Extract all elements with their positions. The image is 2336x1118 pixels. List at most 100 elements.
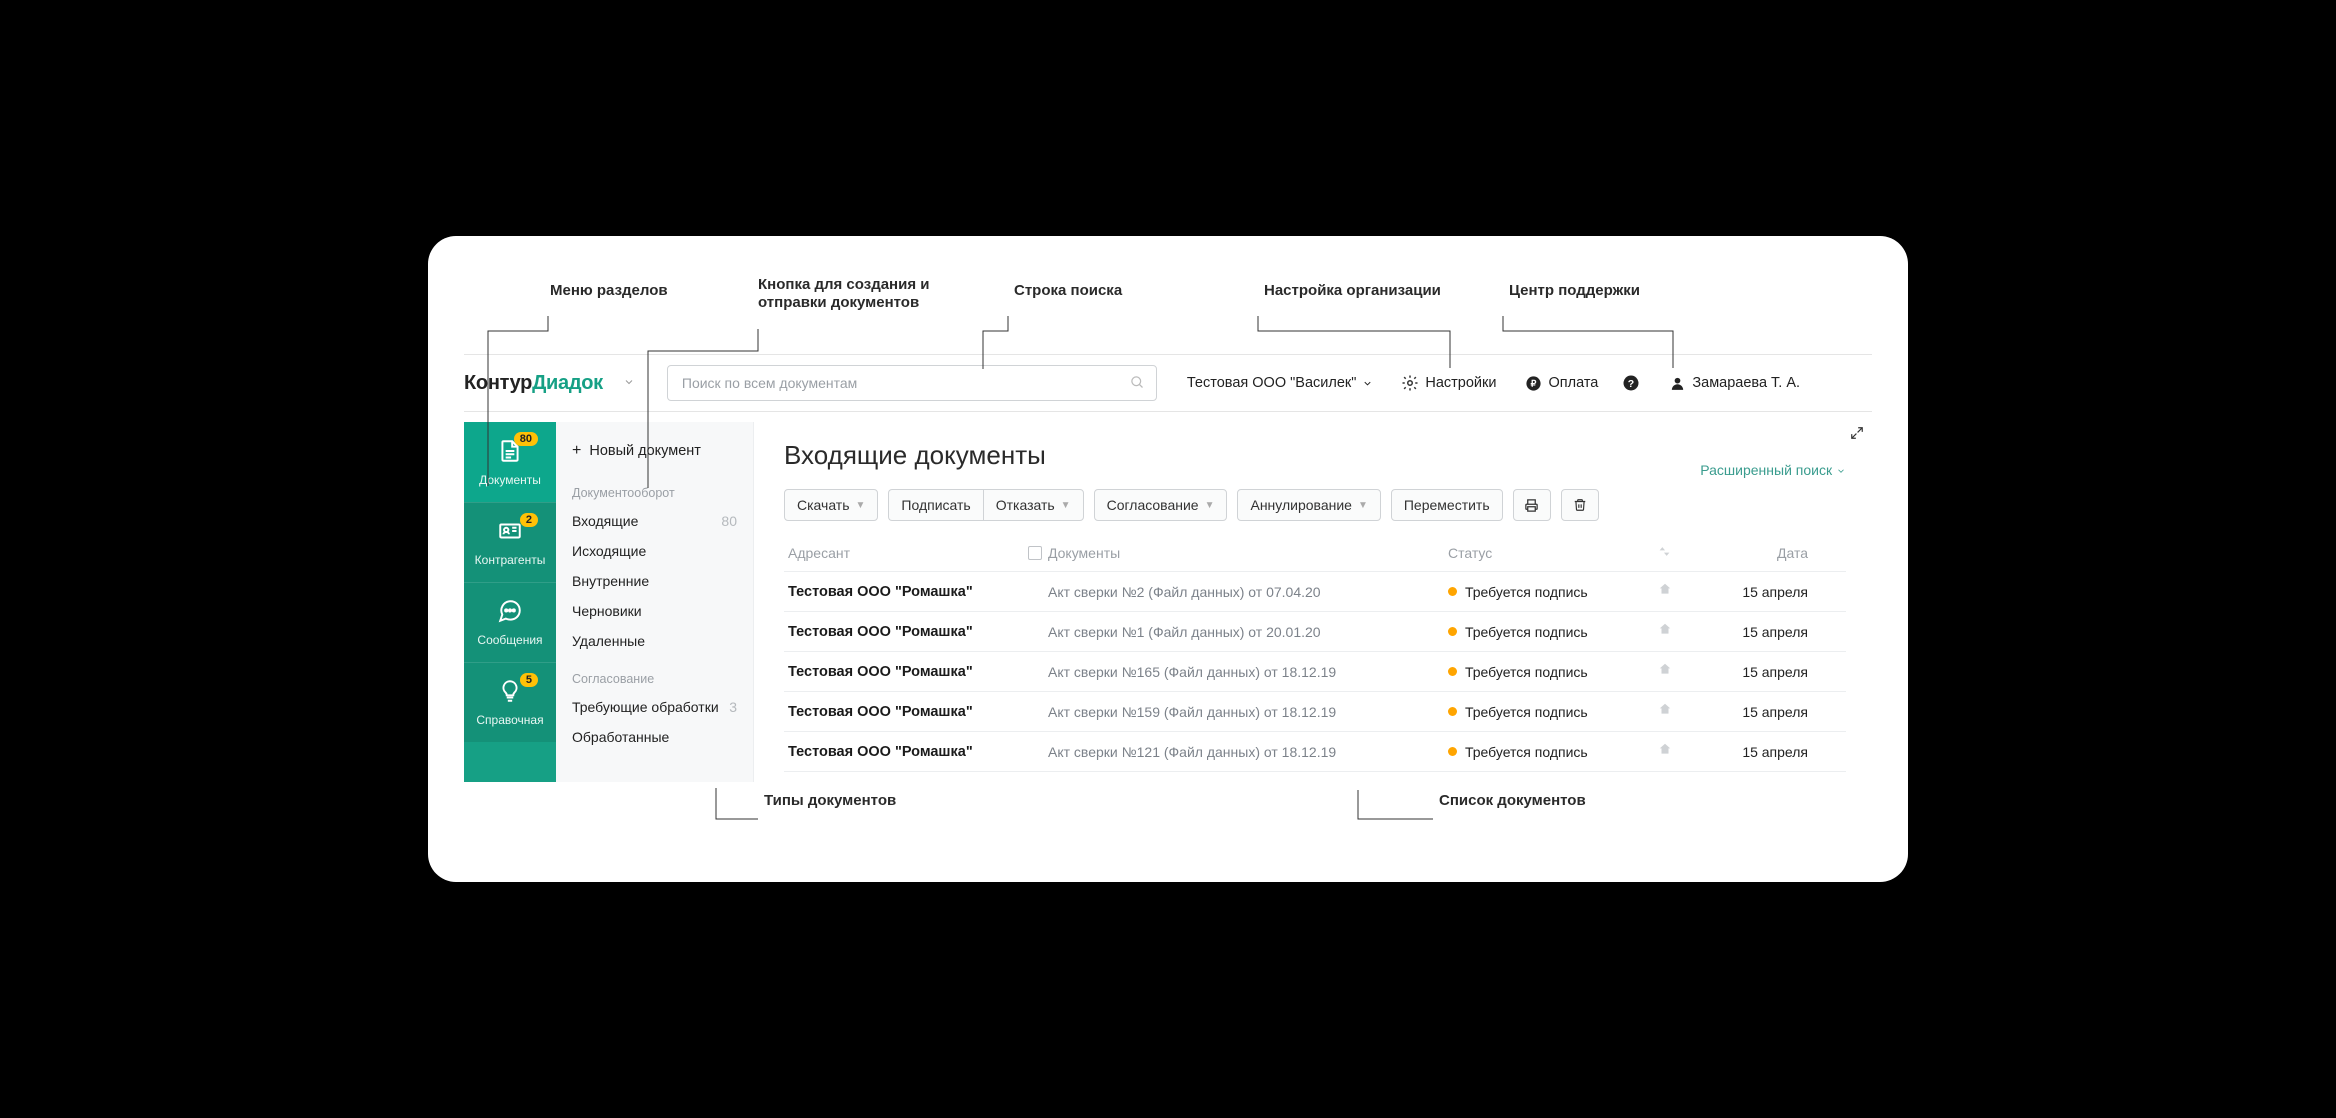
annotations-top: Меню разделов Кнопка для создания и отпр…: [464, 276, 1872, 346]
house-icon: [1658, 742, 1708, 761]
col-date: Дата: [1708, 545, 1808, 561]
table-row[interactable]: Тестовая ООО "Ромашка"Акт сверки №121 (Ф…: [784, 732, 1846, 772]
approve-button[interactable]: Согласование ▼: [1094, 489, 1228, 521]
main: Входящие документы Расширенный поиск Ска…: [754, 422, 1872, 782]
nav-count: 3: [729, 699, 737, 715]
print-icon: [1524, 498, 1539, 513]
row-date: 15 апреля: [1708, 664, 1808, 680]
house-icon: [1658, 702, 1708, 721]
table-row[interactable]: Тестовая ООО "Ромашка"Акт сверки №2 (Фай…: [784, 572, 1846, 612]
user-icon: [1668, 374, 1686, 392]
logo[interactable]: Контур Диадок: [464, 372, 603, 395]
settings-link[interactable]: Настройки: [1401, 374, 1496, 392]
search-icon[interactable]: [1130, 375, 1145, 395]
annul-button[interactable]: Аннулирование ▼: [1237, 489, 1380, 521]
btn-label: Переместить: [1404, 497, 1490, 513]
nav-label: Требующие обработки: [572, 699, 719, 715]
row-date: 15 апреля: [1708, 584, 1808, 600]
btn-label: Подписать: [901, 497, 970, 513]
col-sender: Адресант: [788, 545, 1028, 561]
row-doc: Акт сверки №159 (Файл данных) от 18.12.1…: [1048, 704, 1448, 720]
org-switcher-chevron[interactable]: [623, 376, 635, 391]
print-button[interactable]: [1513, 489, 1551, 521]
sort-icon[interactable]: [1658, 545, 1708, 561]
rail: 80 Документы 2 Контрагенты Сообщения: [464, 422, 556, 782]
table-row[interactable]: Тестовая ООО "Ромашка" Акт сверки №159 (Ф…: [784, 692, 1846, 732]
ann-doc-types: Типы документов: [764, 792, 896, 809]
rail-label: Сообщения: [477, 633, 542, 647]
rail-help[interactable]: 5 Справочная: [464, 662, 556, 742]
sign-button[interactable]: Подписать: [888, 489, 982, 521]
row-status: Требуется подпись: [1448, 744, 1658, 760]
row-sender: Тестовая ООО "Ромашка": [788, 664, 1028, 680]
download-button[interactable]: Скачать ▼: [784, 489, 878, 521]
new-doc-button[interactable]: + Новый документ: [556, 422, 753, 480]
row-status: Требуется подпись: [1448, 664, 1658, 680]
trash-icon: [1573, 498, 1587, 512]
row-date: 15 апреля: [1708, 744, 1808, 760]
svg-text:₽: ₽: [1531, 378, 1537, 388]
ann-search: Строка поиска: [1014, 282, 1122, 299]
org-picker[interactable]: Тестовая ООО "Василек": [1187, 375, 1374, 391]
move-button[interactable]: Переместить: [1391, 489, 1503, 521]
annotations-bottom: Типы документов Список документов: [464, 782, 1872, 822]
advanced-search-link[interactable]: Расширенный поиск: [1700, 462, 1846, 478]
rail-messages[interactable]: Сообщения: [464, 582, 556, 662]
rail-badge: 80: [514, 432, 538, 446]
nav-count: 80: [721, 513, 737, 529]
user-menu[interactable]: Замараева Т. А.: [1668, 374, 1800, 392]
reject-button[interactable]: Отказать ▼: [983, 489, 1084, 521]
expand-icon[interactable]: [1850, 426, 1864, 445]
page-title: Входящие документы: [784, 440, 1846, 471]
ruble-icon: ₽: [1524, 374, 1542, 392]
table-row[interactable]: Тестовая ООО "Ромашка"Акт сверки №165 (Ф…: [784, 652, 1846, 692]
row-status: Требуется подпись: [1448, 584, 1658, 600]
logo-part1: Контур: [464, 372, 532, 395]
workflow-item[interactable]: Черновики: [556, 596, 753, 626]
section-head-approval: Согласование: [556, 666, 753, 692]
workflow-item[interactable]: Входящие80: [556, 506, 753, 536]
caret-icon: ▼: [1205, 500, 1215, 511]
row-sender: Тестовая ООО "Ромашка": [788, 584, 1028, 600]
nav-label: Обработанные: [572, 729, 669, 745]
help-link[interactable]: ?: [1622, 374, 1640, 392]
approval-item[interactable]: Обработанные: [556, 722, 753, 752]
approval-item[interactable]: Требующие обработки 3: [556, 692, 753, 722]
nav-label: Внутренние: [572, 573, 649, 589]
ann-org: Настройка организации: [1264, 282, 1441, 299]
chevron-down-icon: [1362, 378, 1373, 389]
nav-label: Черновики: [572, 603, 642, 619]
house-icon: [1658, 662, 1708, 681]
delete-button[interactable]: [1561, 489, 1599, 521]
rail-contragents[interactable]: 2 Контрагенты: [464, 502, 556, 582]
nav-label: Удаленные: [572, 633, 645, 649]
table-header: Адресант Документы Статус Дата: [784, 535, 1846, 572]
row-doc: Акт сверки №121 (Файл данных) от 18.12.1…: [1048, 744, 1448, 760]
table-row[interactable]: Тестовая ООО "Ромашка"Акт сверки №1 (Фай…: [784, 612, 1846, 652]
row-status: Требуется подпись: [1448, 704, 1658, 720]
ann-support: Центр поддержки: [1509, 282, 1640, 299]
section-head-workflow: Документооборот: [556, 480, 753, 506]
adv-search-label: Расширенный поиск: [1700, 462, 1832, 478]
caret-icon: ▼: [856, 500, 866, 511]
rail-label: Справочная: [476, 713, 543, 727]
nav-label: Исходящие: [572, 543, 646, 559]
sidebar: + Новый документ Документооборот Входящи…: [556, 422, 754, 782]
chevron-down-icon: [623, 376, 635, 388]
select-all-checkbox[interactable]: [1028, 546, 1042, 560]
toolbar: Скачать ▼ Подписать Отказать ▼ Согласова…: [784, 489, 1846, 521]
payment-link[interactable]: ₽ Оплата: [1524, 374, 1598, 392]
workflow-item[interactable]: Внутренние: [556, 566, 753, 596]
svg-text:?: ?: [1628, 378, 1634, 390]
row-status: Требуется подпись: [1448, 624, 1658, 640]
rail-documents[interactable]: 80 Документы: [464, 422, 556, 502]
rail-label: Документы: [479, 473, 541, 487]
caret-icon: ▼: [1061, 500, 1071, 511]
search-input[interactable]: [667, 365, 1157, 401]
row-sender: Тестовая ООО "Ромашка": [788, 704, 1028, 720]
header: Контур Диадок Тестовая ООО "Василек" Нас…: [464, 354, 1872, 412]
search-wrapper: [667, 365, 1157, 401]
gear-icon: [1401, 374, 1419, 392]
workflow-item[interactable]: Удаленные: [556, 626, 753, 656]
workflow-item[interactable]: Исходящие: [556, 536, 753, 566]
